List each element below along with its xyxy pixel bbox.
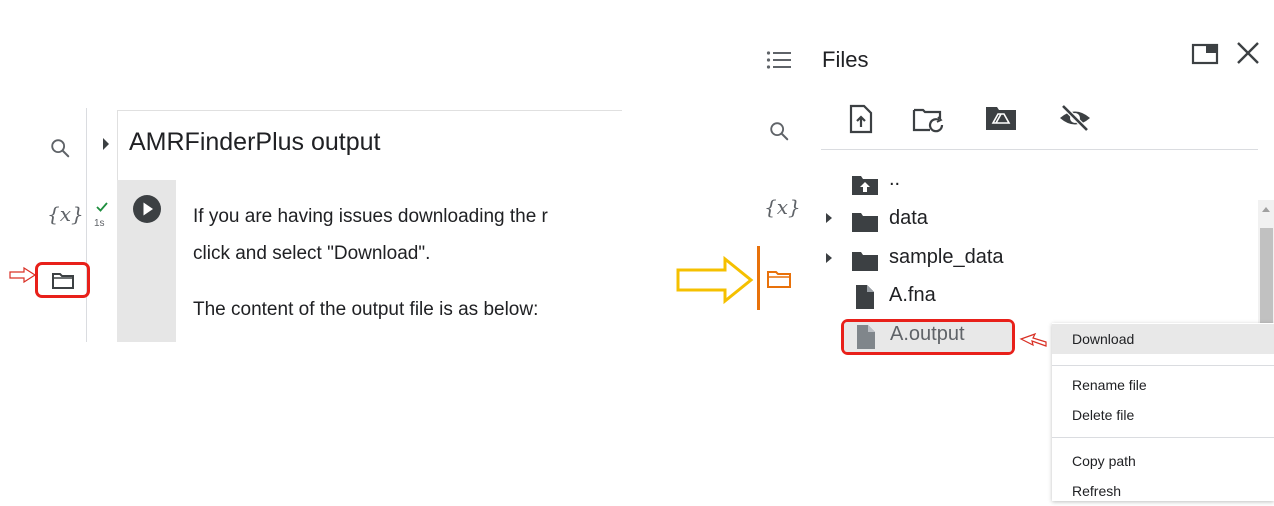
text-line-1: If you are having issues downloading the…	[193, 206, 548, 227]
tree-item-label: data	[889, 207, 928, 229]
expand-caret-icon[interactable]	[824, 251, 834, 265]
folder-icon	[851, 211, 879, 233]
search-icon[interactable]	[49, 137, 71, 159]
text-line-2: click and select "Download".	[193, 243, 431, 264]
refresh-folder-icon[interactable]	[912, 107, 946, 133]
table-of-contents-icon[interactable]	[766, 50, 792, 70]
menu-separator	[1052, 365, 1274, 366]
hide-files-icon[interactable]	[1058, 103, 1092, 133]
folder-icon[interactable]	[766, 269, 792, 290]
transition-arrow-icon	[675, 255, 755, 305]
mount-drive-icon[interactable]	[985, 105, 1017, 131]
upload-file-icon[interactable]	[848, 104, 874, 134]
toolbar-divider	[821, 149, 1258, 150]
context-menu: Download Rename file Delete file Copy pa…	[1052, 323, 1274, 501]
folder-icon	[51, 271, 75, 291]
file-icon	[856, 324, 876, 350]
cell-border	[117, 110, 622, 111]
hint-arrow-icon	[8, 265, 38, 285]
execution-time: 1s	[94, 218, 105, 229]
files-button-highlight[interactable]	[35, 262, 90, 298]
sidebar-divider	[86, 108, 87, 342]
section-heading: AMRFinderPlus output	[129, 128, 381, 156]
section-collapse-caret[interactable]	[101, 136, 111, 152]
scroll-up-arrow-icon[interactable]	[1261, 205, 1271, 213]
open-in-tab-icon[interactable]	[1191, 42, 1219, 66]
menu-item-rename-file[interactable]: Rename file	[1052, 370, 1274, 400]
menu-item-copy-path[interactable]: Copy path	[1052, 446, 1274, 476]
folder-icon	[851, 250, 879, 272]
tree-item-label: sample_data	[889, 246, 1004, 268]
variables-icon[interactable]: {x}	[47, 202, 84, 226]
text-line-3: The content of the output file is as bel…	[193, 299, 539, 320]
hint-arrow-icon	[1018, 328, 1048, 350]
tree-item-label: A.output	[890, 323, 965, 345]
tree-item-label: ..	[889, 168, 901, 190]
check-icon	[95, 200, 109, 214]
parent-folder-icon	[851, 174, 879, 196]
search-icon[interactable]	[768, 120, 790, 142]
run-cell-button[interactable]	[132, 194, 162, 224]
tree-item-a-output[interactable]: A.output	[841, 319, 1015, 355]
menu-item-refresh[interactable]: Refresh	[1052, 476, 1274, 506]
tree-item-label: A.fna	[889, 284, 936, 306]
scrollbar-thumb[interactable]	[1260, 228, 1273, 323]
files-panel-title: Files	[822, 47, 869, 72]
menu-separator	[1052, 437, 1274, 438]
menu-item-download[interactable]: Download	[1052, 324, 1274, 354]
expand-caret-icon[interactable]	[824, 211, 834, 225]
file-icon	[855, 284, 875, 310]
close-icon[interactable]	[1235, 40, 1261, 66]
menu-item-delete-file[interactable]: Delete file	[1052, 400, 1274, 430]
variables-icon[interactable]: {x}	[764, 195, 801, 219]
active-indicator	[757, 246, 760, 310]
cell-border-left	[117, 110, 118, 180]
